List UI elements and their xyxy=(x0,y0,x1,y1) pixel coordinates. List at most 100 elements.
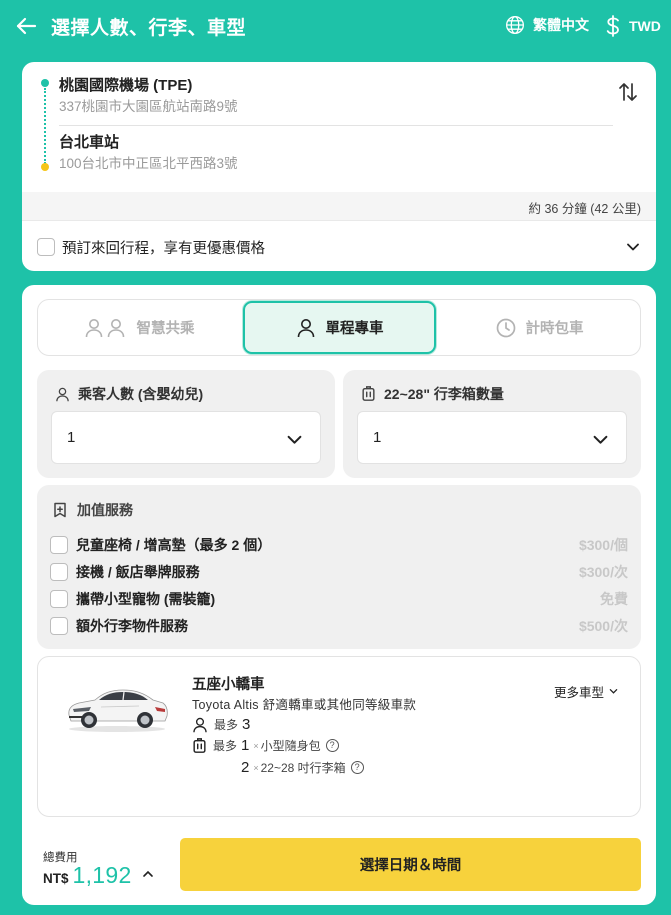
bookmark-plus-icon xyxy=(54,502,66,518)
add-on-label: 額外行李物件服務 xyxy=(76,618,188,634)
globe-icon xyxy=(506,16,524,34)
price-breakdown-toggle[interactable]: NT$ 1,192 xyxy=(43,862,154,889)
sedan-car-image xyxy=(68,689,168,732)
add-on-price: $300/個 xyxy=(578,537,628,553)
luggage-icon xyxy=(193,737,206,753)
passenger-count-select[interactable]: 1 xyxy=(51,411,321,464)
add-on-price: 免費 xyxy=(600,591,628,607)
luggage-count-value: 1 xyxy=(373,429,382,446)
small-bag-count: 1 xyxy=(241,737,250,754)
vehicle-card[interactable]: 五座小轎車 Toyota Altis 舒適轎車或其他同等級車款 更多車型 最多 … xyxy=(37,656,641,817)
total-amount: 1,192 xyxy=(72,862,132,888)
luggage-label-text: 22~28" 行李箱數量 xyxy=(384,386,504,402)
clock-icon xyxy=(496,318,515,337)
duration-bar: 約 36 分鐘 (42 公里) xyxy=(22,192,656,220)
route-card: 桃園國際機場 (TPE) 337桃園市大園區航站南路9號 台北車站 100台北市… xyxy=(22,62,656,271)
chevron-down-icon xyxy=(287,435,302,444)
user-icon xyxy=(56,387,69,401)
user-icon xyxy=(297,318,314,337)
max-label: 最多 xyxy=(213,739,238,753)
add-on-pet[interactable]: 攜帶小型寵物 (需裝籠) 免費 xyxy=(50,588,628,610)
large-bag-label: 22~28 吋行李箱 xyxy=(260,761,346,775)
vehicle-name: 五座小轎車 xyxy=(192,677,265,693)
add-on-price: $500/次 xyxy=(578,618,628,634)
passenger-label-text: 乘客人數 (含嬰幼兒) xyxy=(78,386,204,402)
add-on-checkbox[interactable] xyxy=(50,563,68,581)
add-on-label: 兒童座椅 / 增高墊（最多 2 個） xyxy=(76,537,272,553)
chevron-up-icon xyxy=(142,870,153,877)
help-icon[interactable]: ? xyxy=(325,739,339,752)
passenger-count-value: 1 xyxy=(67,429,76,446)
add-on-price: $300/次 xyxy=(578,564,628,580)
add-on-services: 加值服務 兒童座椅 / 增高墊（最多 2 個） $300/個 接機 / 飯店舉牌… xyxy=(37,485,641,649)
currency-selector[interactable]: TWD xyxy=(605,15,661,37)
top-bar: 選擇人數、行李、車型 繁體中文 TWD xyxy=(0,0,671,52)
chevron-down-icon[interactable] xyxy=(626,240,640,254)
luggage-count-label: 22~28" 行李箱數量 xyxy=(361,384,504,404)
times-symbol: × xyxy=(253,762,259,773)
add-on-checkbox[interactable] xyxy=(50,617,68,635)
users-icon xyxy=(85,318,124,337)
small-bag-label: 小型隨身包 xyxy=(260,739,321,753)
times-symbol: × xyxy=(253,740,259,751)
tab-label: 計時包車 xyxy=(525,321,584,337)
tab-hourly-charter[interactable]: 計時包車 xyxy=(438,300,641,355)
swap-icon[interactable] xyxy=(618,81,638,103)
dollar-icon xyxy=(606,15,619,37)
currency-label: TWD xyxy=(629,18,661,34)
destination-name: 台北車站 xyxy=(59,134,120,151)
luggage-count-section: 22~28" 行李箱數量 1 xyxy=(343,370,641,478)
origin-location[interactable]: 桃園國際機場 (TPE) 337桃園市大園區航站南路9號 xyxy=(59,76,238,117)
tab-label: 智慧共乘 xyxy=(136,321,195,337)
add-on-title-text: 加值服務 xyxy=(77,502,133,518)
more-vehicle-types-button[interactable]: 更多車型 xyxy=(554,682,618,701)
round-trip-label: 預訂來回行程，享有更優惠價格 xyxy=(62,241,265,257)
more-types-label: 更多車型 xyxy=(554,686,605,700)
tab-label: 單程專車 xyxy=(325,321,384,337)
add-on-title: 加值服務 xyxy=(53,500,133,520)
back-arrow-icon[interactable] xyxy=(14,14,38,38)
divider xyxy=(59,125,613,126)
trip-duration: 約 36 分鐘 (42 公里) xyxy=(528,202,641,216)
route-line xyxy=(44,88,46,164)
select-date-time-button[interactable]: 選擇日期＆時間 xyxy=(180,838,641,891)
add-on-child-seat[interactable]: 兒童座椅 / 增高墊（最多 2 個） $300/個 xyxy=(50,534,628,556)
max-small-bags: 最多 1 × 小型隨身包 ? xyxy=(192,737,339,754)
destination-address: 100台北市中正區北平西路3號 xyxy=(59,156,238,171)
language-label: 繁體中文 xyxy=(533,17,589,33)
round-trip-option[interactable]: 預訂來回行程，享有更優惠價格 xyxy=(22,220,656,271)
large-bag-count: 2 xyxy=(241,759,250,776)
service-type-tabs: 智慧共乘 單程專車 計時包車 xyxy=(37,299,641,356)
round-trip-checkbox[interactable] xyxy=(37,238,55,256)
chevron-down-icon xyxy=(609,689,618,694)
language-selector[interactable]: 繁體中文 xyxy=(505,15,589,35)
destination-location[interactable]: 台北車站 100台北市中正區北平西路3號 xyxy=(59,133,238,174)
luggage-count-select[interactable]: 1 xyxy=(357,411,627,464)
page-title: 選擇人數、行李、車型 xyxy=(51,18,247,39)
luggage-icon xyxy=(362,386,375,401)
origin-address: 337桃園市大園區航站南路9號 xyxy=(59,99,238,114)
destination-dot xyxy=(41,163,49,171)
add-on-extra-luggage[interactable]: 額外行李物件服務 $500/次 xyxy=(50,615,628,637)
add-on-checkbox[interactable] xyxy=(50,590,68,608)
add-on-name-sign[interactable]: 接機 / 飯店舉牌服務 $300/次 xyxy=(50,561,628,583)
add-on-label: 攜帶小型寵物 (需裝籠) xyxy=(76,591,216,607)
tab-one-way-private[interactable]: 單程專車 xyxy=(243,301,436,354)
max-label: 最多 xyxy=(214,718,239,732)
max-passengers: 最多 3 xyxy=(192,716,252,733)
currency-code: NT$ xyxy=(43,871,69,886)
chevron-down-icon xyxy=(593,435,608,444)
help-icon[interactable]: ? xyxy=(350,761,364,774)
booking-options-card: 智慧共乘 單程專車 計時包車 乘客人數 (含嬰幼兒) 1 22~28" 行李箱數… xyxy=(22,285,656,905)
max-large-bags: 2 × 22~28 吋行李箱 ? xyxy=(241,759,364,776)
add-on-label: 接機 / 飯店舉牌服務 xyxy=(76,564,200,580)
tab-smart-shared-ride[interactable]: 智慧共乘 xyxy=(38,300,241,355)
passenger-count-label: 乘客人數 (含嬰幼兒) xyxy=(55,384,203,404)
passenger-count-section: 乘客人數 (含嬰幼兒) 1 xyxy=(37,370,335,478)
max-passenger-count: 3 xyxy=(242,716,251,733)
origin-name: 桃園國際機場 (TPE) xyxy=(59,77,193,94)
origin-dot xyxy=(41,79,49,87)
user-icon xyxy=(193,717,207,732)
add-on-checkbox[interactable] xyxy=(50,536,68,554)
vehicle-description: Toyota Altis 舒適轎車或其他同等級車款 xyxy=(192,698,417,712)
